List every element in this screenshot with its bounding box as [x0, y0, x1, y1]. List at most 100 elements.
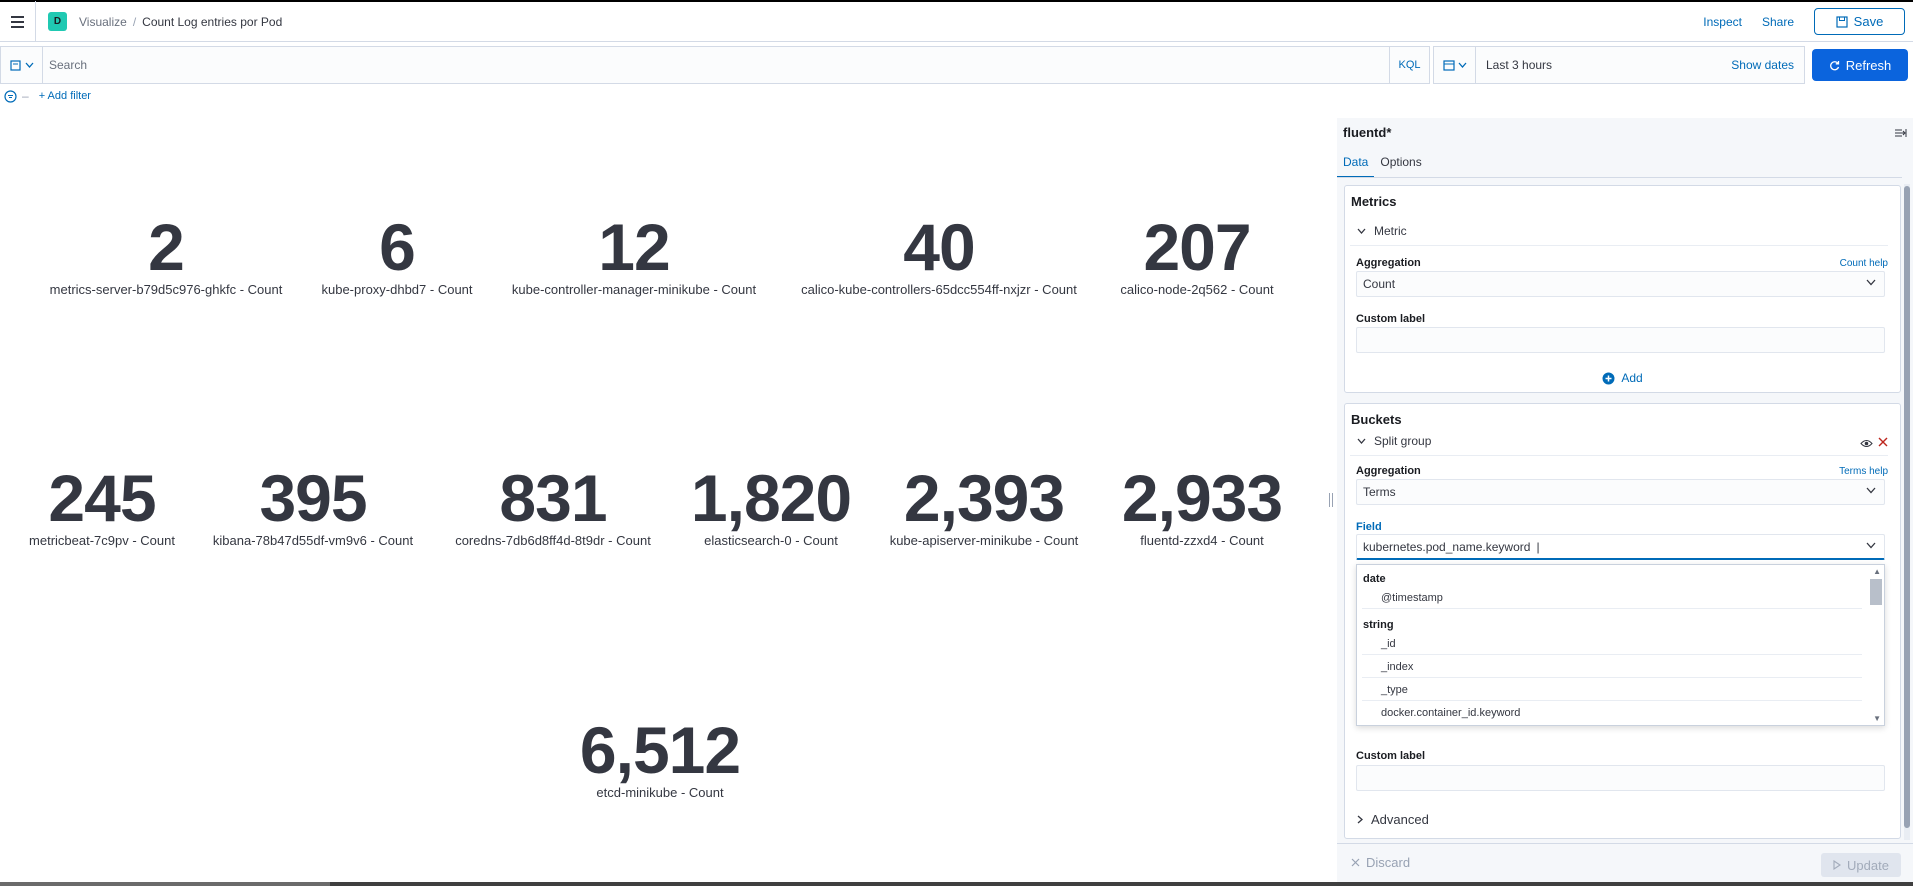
custom-label-label: Custom label — [1356, 313, 1426, 325]
query-bar: KQL Last 3 hours Show dates Refresh — [0, 46, 1913, 84]
metric-item: 12 kube-controller-manager-minikube - Co… — [512, 214, 756, 297]
metric-item: 395 kibana-78b47d55df-vm9v6 - Count — [213, 465, 413, 548]
resize-handle[interactable] — [1329, 493, 1333, 507]
field-select-value: kubernetes.pod_name.keyword — [1363, 539, 1531, 554]
discard-button[interactable]: Discard — [1351, 855, 1410, 870]
count-help-link[interactable]: Count help — [1840, 258, 1888, 269]
breadcrumb-visualize[interactable]: Visualize — [79, 15, 127, 29]
metric-value: 831 — [499, 461, 607, 535]
add-metric-button[interactable]: Add — [1345, 371, 1900, 385]
kql-toggle[interactable]: KQL — [1389, 47, 1429, 83]
calendar-icon — [1442, 60, 1455, 71]
dropdown-option[interactable]: _type — [1381, 684, 1861, 696]
editor-tabs: Data Options — [1337, 152, 1428, 178]
bucket-aggregation-value: Terms — [1363, 485, 1396, 499]
chevron-down-icon — [1357, 228, 1366, 234]
space-avatar[interactable]: D — [48, 12, 67, 31]
filter-options-icon[interactable] — [4, 89, 18, 103]
tab-options[interactable]: Options — [1374, 152, 1427, 178]
index-pattern-title: fluentd* — [1343, 125, 1392, 140]
metric-value: 245 — [48, 461, 156, 535]
breadcrumb-separator: / — [132, 14, 137, 29]
metric-value: 12 — [598, 210, 670, 284]
dropdown-option[interactable]: _index — [1381, 661, 1861, 673]
metric-value: 6 — [379, 210, 416, 284]
bucket-aggregation-label: Aggregation — [1356, 465, 1421, 477]
metric-aggregation-select[interactable]: Count — [1356, 271, 1885, 297]
menu-icon[interactable] — [4, 9, 30, 35]
add-filter-button[interactable]: + Add filter — [39, 90, 91, 102]
scroll-down-icon[interactable]: ▼ — [1873, 714, 1881, 723]
dropdown-option[interactable]: docker.container_id.keyword — [1381, 707, 1861, 719]
metric-item: 207 calico-node-2q562 - Count — [1120, 214, 1273, 297]
bucket-aggregation-select[interactable]: Terms — [1356, 479, 1885, 505]
eye-icon[interactable] — [1860, 437, 1873, 451]
top-header: D Visualize / Count Log entries por Pod … — [0, 0, 1913, 42]
dropdown-group-header: string — [1363, 619, 1394, 631]
chevron-down-icon — [25, 62, 33, 68]
metric-label: calico-node-2q562 - Count — [1120, 282, 1274, 297]
update-label: Update — [1847, 857, 1889, 873]
metric-item: 6 kube-proxy-dhbd7 - Count — [321, 214, 472, 297]
metric-label: coredns-7db6d8ff4d-8t9dr - Count — [455, 533, 651, 548]
accordion-divider — [1350, 245, 1888, 246]
bucket-custom-label-label: Custom label — [1356, 750, 1426, 762]
metrics-panel-title: Metrics — [1351, 194, 1397, 209]
search-input[interactable] — [43, 47, 1389, 83]
metric-item: 2 metrics-server-b79d5c976-ghkfc - Count — [50, 214, 283, 297]
metric-value: 2,933 — [1121, 461, 1283, 535]
time-range-text[interactable]: Last 3 hours — [1486, 58, 1552, 72]
editor-bottom-bar: Discard Update — [1337, 843, 1913, 886]
chevron-right-icon — [1357, 815, 1363, 824]
dropdown-scrollbar[interactable] — [1870, 579, 1882, 605]
metric-label: kube-proxy-dhbd7 - Count — [321, 282, 473, 297]
metric-label: etcd-minikube - Count — [596, 785, 724, 800]
metric-item: 245 metricbeat-7c9pv - Count — [29, 465, 175, 548]
metric-value: 395 — [259, 461, 367, 535]
metric-visualization: 2 metrics-server-b79d5c976-ghkfc - Count… — [0, 118, 1330, 878]
metric-accordion-toggle[interactable]: Metric — [1357, 224, 1407, 238]
advanced-label: Advanced — [1371, 812, 1429, 827]
split-group-label: Split group — [1374, 434, 1432, 448]
metric-value: 40 — [903, 210, 975, 284]
advanced-toggle[interactable]: Advanced — [1357, 812, 1429, 827]
bucket-custom-label-input[interactable] — [1356, 765, 1885, 791]
field-select[interactable]: kubernetes.pod_name.keyword | — [1356, 534, 1885, 560]
refresh-label: Refresh — [1845, 57, 1892, 73]
update-button[interactable]: Update — [1821, 853, 1901, 877]
dropdown-option[interactable]: @timestamp — [1381, 592, 1861, 604]
chevron-down-icon — [1357, 438, 1366, 444]
metric-custom-label-input[interactable] — [1356, 327, 1885, 353]
save-button[interactable]: Save — [1814, 8, 1905, 35]
collapse-sidebar-icon[interactable] — [1894, 127, 1907, 141]
tab-data[interactable]: Data — [1337, 152, 1375, 178]
header-divider — [35, 1, 36, 42]
editor-sidebar: fluentd* Data Options Metrics Metric Agg… — [1337, 118, 1913, 886]
metric-value: 1,820 — [690, 461, 852, 535]
metric-label: calico-kube-controllers-65dcc554ff-nxjzr… — [801, 282, 1077, 297]
breadcrumb-current: Count Log entries por Pod — [142, 14, 283, 29]
dropdown-option[interactable]: _id — [1381, 638, 1861, 650]
quick-menu-button[interactable] — [1434, 47, 1476, 83]
buckets-panel-title: Buckets — [1351, 412, 1402, 427]
metric-label: metricbeat-7c9pv - Count — [29, 533, 175, 548]
search-box: KQL — [0, 46, 1430, 84]
inspect-link[interactable]: Inspect — [1703, 15, 1742, 29]
saved-query-button[interactable] — [1, 47, 43, 83]
sidebar-scrollbar[interactable] — [1904, 186, 1910, 828]
metric-value: 2,393 — [903, 461, 1065, 535]
dropdown-divider — [1362, 677, 1862, 678]
remove-bucket-icon[interactable] — [1878, 436, 1888, 450]
metric-accordion-label: Metric — [1374, 224, 1407, 238]
refresh-button[interactable]: Refresh — [1812, 49, 1908, 81]
metric-label: elasticsearch-0 - Count — [704, 533, 838, 548]
field-dropdown-list: date @timestamp string _id _index _type … — [1356, 564, 1885, 726]
terms-help-link[interactable]: Terms help — [1839, 466, 1888, 477]
split-group-accordion-toggle[interactable]: Split group — [1357, 434, 1431, 448]
scroll-up-icon[interactable]: ▲ — [1873, 567, 1881, 576]
show-dates-link[interactable]: Show dates — [1731, 58, 1794, 72]
share-link[interactable]: Share — [1762, 15, 1794, 29]
play-icon — [1833, 860, 1842, 870]
dropdown-divider — [1362, 654, 1862, 655]
metric-aggregation-value: Count — [1363, 277, 1396, 291]
